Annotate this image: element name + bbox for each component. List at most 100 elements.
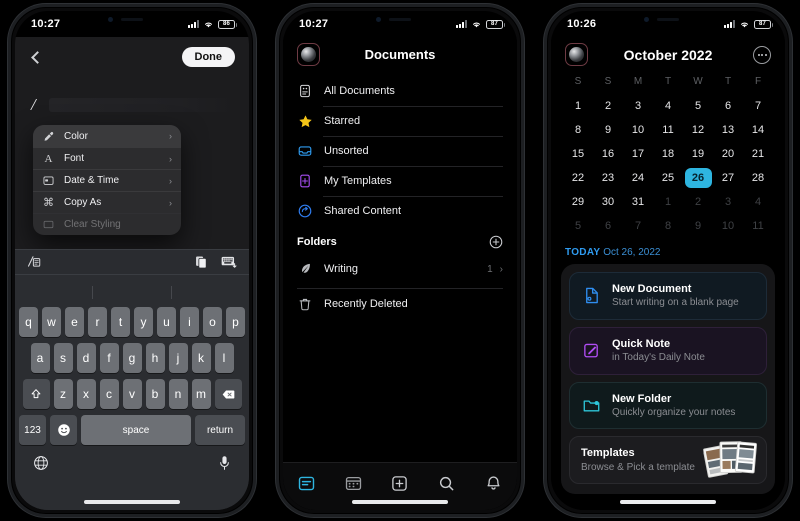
bell-icon[interactable]: [485, 474, 503, 492]
menu-item-font[interactable]: A Font ›: [33, 147, 181, 169]
calendar-day[interactable]: 5: [563, 215, 593, 237]
calendar-day[interactable]: 31: [623, 191, 653, 213]
key-h[interactable]: h: [145, 343, 165, 373]
calendar-day[interactable]: 6: [593, 215, 623, 237]
card-quick-note[interactable]: Quick Note in Today's Daily Note: [569, 326, 767, 375]
menu-item-copy-as[interactable]: ⌘ Copy As ›: [33, 191, 181, 213]
sidebar-item-unsorted[interactable]: Unsorted: [297, 136, 503, 166]
calendar-day[interactable]: 27: [713, 167, 743, 189]
card-new-document[interactable]: New Document Start writing on a blank pa…: [569, 272, 767, 320]
menu-item-date-time[interactable]: Date & Time ›: [33, 169, 181, 191]
calendar-day[interactable]: 30: [593, 191, 623, 213]
slash-command-icon[interactable]: [27, 255, 42, 269]
calendar-day[interactable]: 9: [683, 215, 713, 237]
key-q[interactable]: q: [19, 307, 38, 337]
calendar-day[interactable]: 2: [593, 95, 623, 117]
home-indicator[interactable]: [352, 500, 448, 504]
shift-icon[interactable]: [22, 379, 50, 409]
calendar-day[interactable]: 29: [563, 191, 593, 213]
key-c[interactable]: c: [99, 379, 119, 409]
calendar-day[interactable]: 4: [743, 191, 773, 213]
key-d[interactable]: d: [76, 343, 96, 373]
calendar-day[interactable]: 21: [743, 143, 773, 165]
dismiss-keyboard-icon[interactable]: [221, 256, 237, 269]
key-k[interactable]: k: [191, 343, 211, 373]
key-f[interactable]: f: [99, 343, 119, 373]
menu-item-clear-styling[interactable]: Clear Styling: [33, 213, 181, 235]
emoji-icon[interactable]: [50, 415, 77, 445]
calendar-day[interactable]: 5: [683, 95, 713, 117]
home-indicator[interactable]: [84, 500, 180, 504]
sidebar-item-starred[interactable]: Starred: [297, 106, 503, 136]
key-w[interactable]: w: [42, 307, 61, 337]
key-t[interactable]: t: [111, 307, 130, 337]
home-indicator[interactable]: [620, 500, 716, 504]
chevron-left-icon[interactable]: [31, 50, 44, 64]
key-n[interactable]: n: [168, 379, 188, 409]
calendar-day[interactable]: 20: [713, 143, 743, 165]
globe-icon[interactable]: [33, 455, 49, 471]
key-space[interactable]: space: [81, 415, 191, 445]
key-r[interactable]: r: [88, 307, 107, 337]
sidebar-item-my-templates[interactable]: My Templates: [297, 166, 503, 196]
calendar-day[interactable]: 25: [653, 167, 683, 189]
key-o[interactable]: o: [203, 307, 222, 337]
calendar-day[interactable]: 8: [653, 215, 683, 237]
calendar-day[interactable]: 15: [563, 143, 593, 165]
folder-item-writing[interactable]: Writing 1 ›: [297, 254, 503, 284]
user-avatar-icon[interactable]: [297, 43, 320, 66]
calendar-day[interactable]: 10: [623, 119, 653, 141]
calendar-tab-icon[interactable]: [344, 474, 362, 492]
key-s[interactable]: s: [53, 343, 73, 373]
card-templates[interactable]: Templates Browse & Pick a template: [569, 436, 767, 485]
key-z[interactable]: z: [53, 379, 73, 409]
key-return[interactable]: return: [195, 415, 245, 445]
key-a[interactable]: a: [30, 343, 50, 373]
microphone-icon[interactable]: [218, 455, 231, 471]
calendar-day[interactable]: 11: [653, 119, 683, 141]
key-numbers[interactable]: 123: [19, 415, 46, 445]
calendar-day[interactable]: 2: [683, 191, 713, 213]
calendar-day[interactable]: 17: [623, 143, 653, 165]
calendar-day[interactable]: 7: [623, 215, 653, 237]
key-j[interactable]: j: [168, 343, 188, 373]
key-p[interactable]: p: [226, 307, 245, 337]
calendar-day[interactable]: 14: [743, 119, 773, 141]
documents-tab-icon[interactable]: [297, 474, 315, 492]
calendar-day[interactable]: 3: [623, 95, 653, 117]
user-avatar-icon[interactable]: [565, 43, 588, 66]
key-x[interactable]: x: [76, 379, 96, 409]
plus-square-icon[interactable]: [391, 474, 409, 492]
backspace-icon[interactable]: [214, 379, 242, 409]
plus-circle-icon[interactable]: [489, 235, 503, 249]
key-l[interactable]: l: [214, 343, 234, 373]
key-g[interactable]: g: [122, 343, 142, 373]
key-v[interactable]: v: [122, 379, 142, 409]
calendar-day[interactable]: 6: [713, 95, 743, 117]
calendar-day[interactable]: 22: [563, 167, 593, 189]
calendar-day[interactable]: 13: [713, 119, 743, 141]
search-icon[interactable]: [438, 474, 456, 492]
calendar-day[interactable]: 9: [593, 119, 623, 141]
paste-clipboard-icon[interactable]: [195, 255, 208, 269]
calendar-day[interactable]: 1: [653, 191, 683, 213]
calendar-day[interactable]: 24: [623, 167, 653, 189]
calendar-day[interactable]: 28: [743, 167, 773, 189]
calendar-day[interactable]: 10: [713, 215, 743, 237]
key-i[interactable]: i: [180, 307, 199, 337]
calendar-day[interactable]: 16: [593, 143, 623, 165]
calendar-day[interactable]: 19: [683, 143, 713, 165]
menu-item-color[interactable]: Color ›: [33, 125, 181, 147]
sidebar-item-all-documents[interactable]: All Documents: [297, 76, 503, 106]
calendar-day[interactable]: 23: [593, 167, 623, 189]
calendar-day[interactable]: 11: [743, 215, 773, 237]
card-new-folder[interactable]: New Folder Quickly organize your notes: [569, 381, 767, 430]
key-y[interactable]: y: [134, 307, 153, 337]
calendar-day[interactable]: 8: [563, 119, 593, 141]
document-editor[interactable]: / Color › A Font › Date & Time › ⌘ Copy …: [15, 77, 249, 277]
key-u[interactable]: u: [157, 307, 176, 337]
done-button[interactable]: Done: [181, 47, 235, 67]
key-m[interactable]: m: [191, 379, 211, 409]
calendar-day[interactable]: 1: [563, 95, 593, 117]
sidebar-item-recently-deleted[interactable]: Recently Deleted: [297, 289, 503, 319]
